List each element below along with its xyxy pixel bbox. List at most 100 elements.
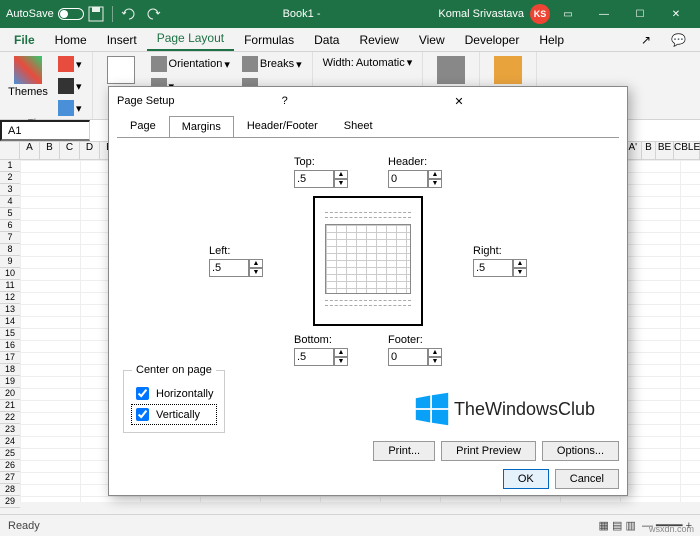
status-ready: Ready [8,520,40,532]
dialog-tab-sheet[interactable]: Sheet [331,115,386,137]
spin-up-icon[interactable]: ▲ [334,348,348,357]
tab-file[interactable]: File [4,29,45,51]
themes-label: Themes [8,86,48,98]
orientation-button[interactable]: Orientation▾ [147,54,234,74]
margin-header-field: Header: ▲▼ [388,156,442,188]
toggle-off-icon[interactable] [58,8,84,20]
ribbon-options-icon[interactable]: ▭ [550,0,586,28]
view-pagebreak-icon[interactable]: ▥ [625,519,635,532]
undo-icon[interactable] [121,6,137,22]
tab-view[interactable]: View [409,29,455,51]
tab-formulas[interactable]: Formulas [234,29,304,51]
colors-button[interactable]: ▾ [54,54,86,74]
dialog-action-buttons: Print... Print Preview Options... [109,437,627,465]
dialog-confirm-buttons: OK Cancel [109,465,627,493]
attribution: wsxdn.com [649,524,694,534]
width-control[interactable]: Width: Automatic▾ [319,54,417,71]
windows-logo-icon [414,391,450,427]
options-button[interactable]: Options... [542,441,619,461]
watermark: TheWindowsClub [414,391,595,427]
margin-footer-field: Footer: ▲▼ [388,334,442,366]
status-bar: Ready ▦ ▤ ▥ — ━━━━ + [0,514,700,536]
margin-bottom-field: Bottom: ▲▼ [294,334,348,366]
tab-home[interactable]: Home [45,29,97,51]
margin-preview [313,196,423,326]
tab-developer[interactable]: Developer [455,29,530,51]
page-setup-dialog: Page Setup ? ✕ Page Margins Header/Foote… [108,86,628,496]
redo-icon[interactable] [145,6,161,22]
name-box[interactable] [0,120,90,141]
user-avatar[interactable]: KS [530,4,550,24]
margin-footer-label: Footer: [388,334,442,346]
spin-up-icon[interactable]: ▲ [334,170,348,179]
margin-right-label: Right: [473,245,527,257]
dialog-tab-page[interactable]: Page [117,115,169,137]
margin-left-input[interactable] [209,259,249,277]
effects-icon [58,100,74,116]
dialog-titlebar: Page Setup ? ✕ [109,87,627,115]
margin-header-label: Header: [388,156,442,168]
view-layout-icon[interactable]: ▤ [612,519,622,532]
autosave-toggle[interactable]: AutoSave [6,8,84,20]
center-on-page-label: Center on page [132,364,216,376]
tab-review[interactable]: Review [349,29,408,51]
margin-left-label: Left: [209,245,263,257]
tab-data[interactable]: Data [304,29,349,51]
breaks-button[interactable]: Breaks▾ [238,54,306,74]
spin-down-icon[interactable]: ▼ [428,179,442,188]
spin-down-icon[interactable]: ▼ [249,268,263,277]
margin-top-field: Top: ▲▼ [294,156,348,188]
orientation-icon [151,56,167,72]
center-on-page-group: Center on page Horizontally Vertically [123,364,225,433]
dialog-tab-margins[interactable]: Margins [169,116,234,138]
spin-up-icon[interactable]: ▲ [428,170,442,179]
center-horizontally-checkbox[interactable]: Horizontally [132,384,216,403]
dialog-help-icon[interactable]: ? [274,95,447,107]
spin-down-icon[interactable]: ▼ [334,357,348,366]
document-title: Book1 - [165,8,439,20]
arrange-button[interactable] [429,54,473,86]
tab-insert[interactable]: Insert [97,29,147,51]
margin-right-input[interactable] [473,259,513,277]
spin-down-icon[interactable]: ▼ [428,357,442,366]
dialog-tab-header-footer[interactable]: Header/Footer [234,115,331,137]
spin-down-icon[interactable]: ▼ [513,268,527,277]
colors-icon [58,56,74,72]
close-icon[interactable]: ✕ [658,0,694,28]
maximize-icon[interactable]: ☐ [622,0,658,28]
margin-bottom-input[interactable] [294,348,334,366]
tab-page-layout[interactable]: Page Layout [147,27,234,51]
center-vertically-checkbox[interactable]: Vertically [132,405,216,424]
cancel-button[interactable]: Cancel [555,469,619,489]
title-bar: AutoSave Book1 - Komal Srivastava KS ▭ —… [0,0,700,28]
fonts-icon [58,78,74,94]
margin-top-input[interactable] [294,170,334,188]
print-button[interactable]: Print... [373,441,435,461]
spin-down-icon[interactable]: ▼ [334,179,348,188]
margins-button[interactable] [99,54,143,86]
themes-button[interactable]: Themes [6,54,50,100]
breaks-icon [242,56,258,72]
save-icon[interactable] [88,6,104,22]
spin-up-icon[interactable]: ▲ [513,259,527,268]
margin-footer-input[interactable] [388,348,428,366]
tab-help[interactable]: Help [529,29,574,51]
margin-top-label: Top: [294,156,348,168]
spin-up-icon[interactable]: ▲ [249,259,263,268]
view-normal-icon[interactable]: ▦ [599,519,609,532]
row-headers: 12345678910 11121314151617181920 2122232… [0,160,20,508]
margin-right-field: Right: ▲▼ [473,245,527,277]
share-button[interactable]: ↗ [631,29,661,51]
print-preview-button[interactable]: Print Preview [441,441,536,461]
effects-button[interactable]: ▾ [54,98,86,118]
spin-up-icon[interactable]: ▲ [428,348,442,357]
minimize-icon[interactable]: — [586,0,622,28]
ok-button[interactable]: OK [503,469,549,489]
dialog-title: Page Setup [117,95,274,107]
margin-header-input[interactable] [388,170,428,188]
dialog-close-icon[interactable]: ✕ [446,95,619,108]
fonts-button[interactable]: ▾ [54,76,86,96]
ribbon-tabs: File Home Insert Page Layout Formulas Da… [0,28,700,52]
comments-button[interactable]: 💬 [661,29,696,51]
autosave-label: AutoSave [6,8,54,20]
